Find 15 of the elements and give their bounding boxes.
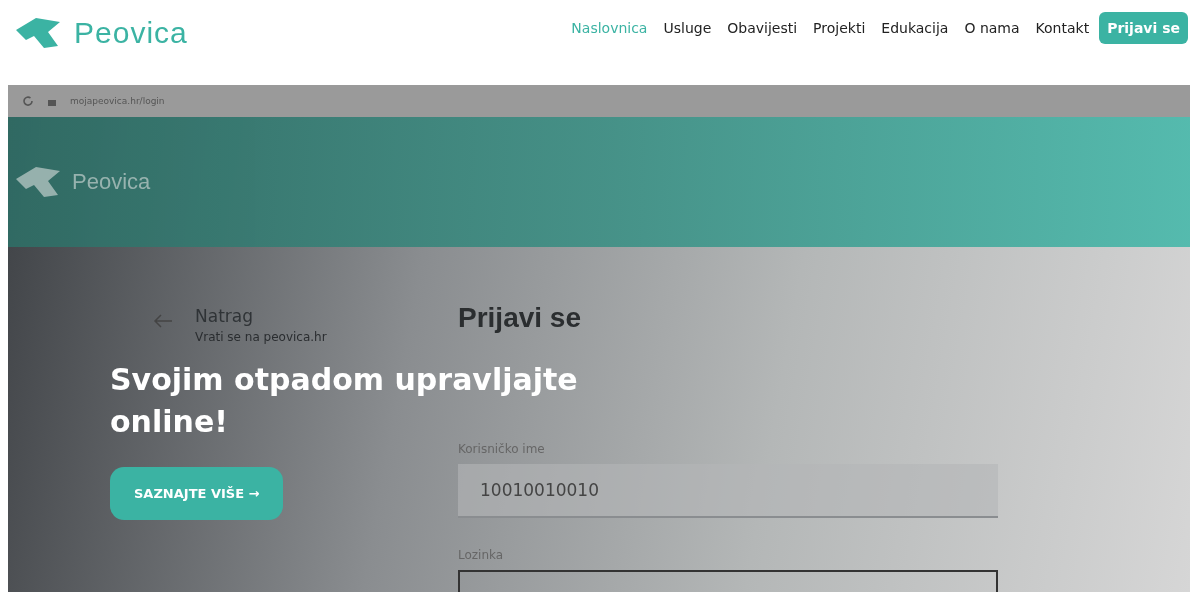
hero-headline: Svojim otpadom upravljajte online! (110, 361, 579, 441)
address-text: mojapeovica.hr/login (70, 96, 165, 106)
field-label: Lozinka (458, 548, 505, 562)
form-title: Prijavi se (458, 302, 582, 334)
nav-link[interactable]: Obavijesti (727, 20, 798, 36)
nav-link[interactable]: Usluge (663, 20, 712, 36)
back-arrow-icon (153, 314, 173, 328)
back-sublabel: Vrati se na peovica.hr (195, 330, 327, 344)
nav-link[interactable]: O nama (964, 20, 1020, 36)
brand-name: Peovica (72, 169, 151, 195)
reload-icon (22, 95, 34, 107)
nav-link[interactable]: Kontakt (1035, 20, 1090, 36)
nav-link[interactable]: Edukacija (881, 20, 949, 36)
input-field[interactable]: 10010010010 (458, 464, 998, 518)
nav-link[interactable]: Projekti (813, 20, 866, 36)
